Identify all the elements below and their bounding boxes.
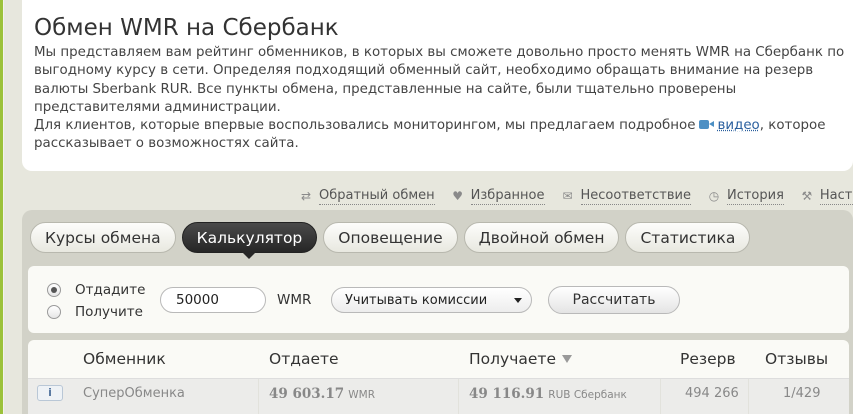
tab-notifications[interactable]: Оповещение <box>323 222 458 253</box>
give-amount: 49 603.17 <box>269 386 345 402</box>
header-exchanger[interactable]: Обменник <box>83 350 166 368</box>
reverse-exchange-label: Обратный обмен <box>319 187 435 205</box>
page-title: Обмен WMR на Сбербанк <box>34 15 339 41</box>
header-get-label: Получаете <box>469 350 556 368</box>
column-divider <box>748 379 749 414</box>
action-links: ⇄ Обратный обмен ♥ Избранное ✉ Несоответ… <box>298 186 853 206</box>
get-amount: 49 116.91 <box>469 386 545 402</box>
video-camera-icon <box>699 119 715 130</box>
tab-calculator[interactable]: Калькулятор <box>181 222 318 259</box>
mismatch-link[interactable]: ✉ Несоответствие <box>560 186 691 206</box>
intro-line: представителями администрации. <box>34 99 281 115</box>
radio-give-label: Отдадите <box>75 282 146 298</box>
intro-line: Для клиентов, которые впервые воспользов… <box>34 117 834 135</box>
radio-get-row[interactable]: Получите <box>47 304 143 320</box>
tab-rates[interactable]: Курсы обмена <box>30 222 176 253</box>
get-currency: RUB Сбербанк <box>548 389 627 401</box>
clock-icon: ◷ <box>708 189 720 203</box>
header-get[interactable]: Получаете <box>469 350 572 368</box>
commission-select[interactable]: Учитывать комиссии <box>331 287 532 313</box>
intro-line: выгодному курсу в сети. Определяя подход… <box>34 63 814 79</box>
settings-label: Настройка <box>819 188 853 205</box>
settings-link[interactable]: ⚒ Настройка <box>799 186 853 206</box>
intro-video-after: , которое <box>759 118 826 134</box>
radio-give-row[interactable]: Отдадите <box>47 282 145 298</box>
favorites-label: Избранное <box>470 187 545 205</box>
tab-statistics[interactable]: Статистика <box>625 222 751 253</box>
video-link[interactable]: видео <box>717 118 759 133</box>
heart-icon: ♥ <box>452 189 464 203</box>
left-accent-highlight <box>3 0 4 414</box>
sort-desc-icon <box>561 355 572 363</box>
intro-line: Мы представляем вам рейтинг обменников, … <box>34 45 845 60</box>
column-divider <box>258 379 259 414</box>
header-reserve[interactable]: Резерв <box>680 350 736 368</box>
favorites-link[interactable]: ♥ Избранное <box>450 186 545 206</box>
intro-line: рассказывает о возможностях сайта. <box>34 136 299 152</box>
mail-icon: ✉ <box>562 189 573 203</box>
column-divider <box>458 379 459 414</box>
intro-text: Мы представляем вам рейтинг обменников, … <box>34 44 845 154</box>
history-link[interactable]: ◷ История <box>706 186 784 206</box>
column-divider <box>660 379 661 414</box>
reverse-exchange-link[interactable]: ⇄ Обратный обмен <box>298 186 435 206</box>
reviews-value[interactable]: 1/429 <box>783 386 820 401</box>
calculate-button[interactable]: Рассчитать <box>548 286 680 314</box>
intro-video-before: Для клиентов, которые впервые воспользов… <box>34 118 696 134</box>
info-icon[interactable]: i <box>37 385 63 401</box>
swap-arrows-icon: ⇄ <box>300 189 312 203</box>
header-give[interactable]: Отдаете <box>269 350 339 368</box>
tab-double-exchange[interactable]: Двойной обмен <box>463 222 620 253</box>
commission-select-value: Учитывать комиссии <box>345 292 488 308</box>
mismatch-label: Несоответствие <box>580 187 691 205</box>
radio-get[interactable] <box>47 305 61 319</box>
tab-bar: Курсы обмена Калькулятор Оповещение Двой… <box>30 222 756 259</box>
give-currency: WMR <box>348 389 376 401</box>
header-reviews[interactable]: Отзывы <box>765 350 828 368</box>
radio-give[interactable] <box>47 283 61 297</box>
caret-down-icon <box>514 298 522 303</box>
reserve-value: 494 266 <box>685 386 739 401</box>
history-label: История <box>726 187 784 205</box>
give-cell: 49 603.17 WMR <box>269 386 375 402</box>
radio-get-label: Получите <box>75 304 143 320</box>
get-cell: 49 116.91 RUB Сбербанк <box>469 386 627 402</box>
wrench-icon: ⚒ <box>801 189 813 203</box>
amount-input[interactable] <box>160 287 266 313</box>
intro-line: валюты Sberbank RUR. Все пункты обмена, … <box>34 81 737 97</box>
exchanger-name[interactable]: СуперОбменка <box>83 386 185 401</box>
currency-label: WMR <box>277 292 312 308</box>
